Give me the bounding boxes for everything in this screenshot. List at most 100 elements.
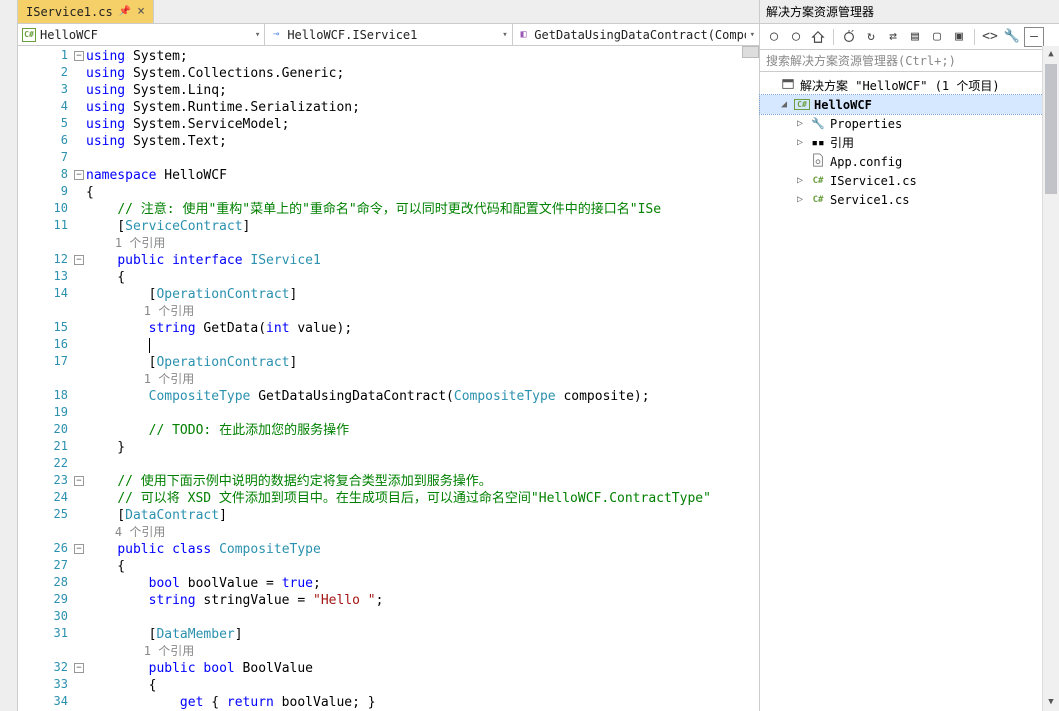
code-line[interactable]: using System.Runtime.Serialization; — [86, 99, 759, 116]
code-line[interactable]: using System.Collections.Generic; — [86, 65, 759, 82]
code-line[interactable]: using System.Text; — [86, 133, 759, 150]
show-all-files-button[interactable]: ▤ — [905, 27, 925, 47]
code-line[interactable]: [DataContract] — [86, 507, 759, 524]
member-dropdown[interactable]: ◧ GetDataUsingDataContract(Compo ▾ — [513, 24, 759, 45]
close-icon[interactable]: × — [137, 4, 145, 19]
code-line[interactable]: public interface IService1 — [86, 252, 759, 269]
scroll-up-arrow[interactable]: ▲ — [1043, 46, 1059, 63]
code-line[interactable]: // 可以将 XSD 文件添加到项目中。在生成项目后，可以通过命名空间"Hell… — [86, 490, 759, 507]
code-line[interactable]: public class CompositeType — [86, 541, 759, 558]
code-line[interactable]: using System.Linq; — [86, 82, 759, 99]
code-line[interactable]: 1 个引用 — [86, 303, 759, 320]
code-line[interactable]: { — [86, 558, 759, 575]
type-dropdown[interactable]: ⊸ HelloWCF.IService1 ▾ — [265, 24, 512, 45]
code-line[interactable]: [DataMember] — [86, 626, 759, 643]
code-content[interactable]: using System;using System.Collections.Ge… — [86, 46, 759, 711]
line-number: 14 — [18, 286, 86, 303]
sync-button[interactable] — [839, 27, 859, 47]
csharp-project-icon: C# — [794, 99, 810, 110]
home-button[interactable] — [808, 27, 828, 47]
code-line[interactable]: // 使用下面示例中说明的数据约定将复合类型添加到服务操作。 — [86, 473, 759, 490]
properties-node[interactable]: ▷ 🔧 Properties — [760, 114, 1059, 133]
line-number: 3 — [18, 82, 86, 99]
code-line[interactable]: public bool BoolValue — [86, 660, 759, 677]
line-number: 21 — [18, 439, 86, 456]
scrollbar-thumb[interactable] — [1045, 64, 1057, 194]
expander-icon[interactable]: ▷ — [794, 175, 806, 186]
code-line[interactable]: [ServiceContract] — [86, 218, 759, 235]
code-line[interactable]: bool boolValue = true; — [86, 575, 759, 592]
code-line[interactable]: } — [86, 439, 759, 456]
refresh-button[interactable]: ↻ — [861, 27, 881, 47]
line-number: 7 — [18, 150, 86, 167]
line-number: 13 — [18, 269, 86, 286]
vertical-scrollbar[interactable]: ▲ ▼ — [1042, 46, 1059, 711]
code-line[interactable] — [86, 405, 759, 422]
code-line[interactable]: using System; — [86, 48, 759, 65]
line-number — [18, 235, 86, 252]
collapse-all-button[interactable]: ⇄ — [883, 27, 903, 47]
code-line[interactable] — [86, 609, 759, 626]
code-line[interactable]: 4 个引用 — [86, 524, 759, 541]
expander-icon[interactable]: ▷ — [794, 194, 806, 205]
wrench-button[interactable]: 🔧 — [1002, 27, 1022, 47]
fold-toggle[interactable]: − — [74, 255, 84, 265]
code-line[interactable]: string GetData(int value); — [86, 320, 759, 337]
code-line[interactable]: 1 个引用 — [86, 371, 759, 388]
expander-icon[interactable]: ▷ — [794, 137, 806, 148]
interface-icon: ⊸ — [269, 28, 283, 42]
code-line[interactable]: [OperationContract] — [86, 354, 759, 371]
expander-icon[interactable]: ◢ — [778, 99, 790, 110]
pin-icon[interactable]: 📌 — [119, 6, 131, 17]
code-line[interactable]: // 注意: 使用"重构"菜单上的"重命名"命令，可以同时更改代码和配置文件中的… — [86, 201, 759, 218]
solution-root-node[interactable]: 解决方案 "HelloWCF" (1 个项目) — [760, 76, 1059, 95]
forward-button[interactable]: ◯ — [786, 27, 806, 47]
document-tab[interactable]: IService1.cs 📌 × — [18, 0, 154, 23]
preview-selected-button[interactable]: ▣ — [949, 27, 969, 47]
code-line[interactable]: // TODO: 在此添加您的服务操作 — [86, 422, 759, 439]
code-line[interactable]: { — [86, 677, 759, 694]
code-editor[interactable]: 1−2345678−9101112−1314151617181920212223… — [18, 46, 759, 711]
code-line[interactable]: get { return boolValue; } — [86, 694, 759, 711]
view-code-button[interactable]: <> — [980, 27, 1000, 47]
auto-hide-button[interactable]: – — [1024, 27, 1044, 47]
code-line[interactable]: { — [86, 184, 759, 201]
line-number: 17 — [18, 354, 86, 371]
iservice-file-node[interactable]: ▷ C# IService1.cs — [760, 171, 1059, 190]
fold-toggle[interactable]: − — [74, 51, 84, 61]
references-node[interactable]: ▷ ▪▪ 引用 — [760, 133, 1059, 152]
code-line[interactable]: 1 个引用 — [86, 235, 759, 252]
fold-toggle[interactable]: − — [74, 663, 84, 673]
properties-button[interactable]: ▢ — [927, 27, 947, 47]
project-label: HelloWCF — [814, 98, 872, 112]
scope-dropdown[interactable]: C# HelloWCF ▾ — [18, 24, 265, 45]
fold-toggle[interactable]: − — [74, 170, 84, 180]
chevron-down-icon: ▾ — [746, 30, 755, 40]
iservice-label: IService1.cs — [830, 174, 917, 188]
code-line[interactable]: using System.ServiceModel; — [86, 116, 759, 133]
fold-toggle[interactable]: − — [74, 476, 84, 486]
service-label: Service1.cs — [830, 193, 909, 207]
line-number-gutter: 1−2345678−9101112−1314151617181920212223… — [18, 46, 86, 711]
search-placeholder: 搜索解决方案资源管理器(Ctrl+;) — [766, 52, 956, 69]
appconfig-node[interactable]: App.config — [760, 152, 1059, 171]
code-line[interactable]: [OperationContract] — [86, 286, 759, 303]
code-line[interactable]: namespace HelloWCF — [86, 167, 759, 184]
code-line[interactable] — [86, 150, 759, 167]
expander-icon[interactable]: ▷ — [794, 118, 806, 129]
code-line[interactable]: CompositeType GetDataUsingDataContract(C… — [86, 388, 759, 405]
code-line[interactable]: 1 个引用 — [86, 643, 759, 660]
solution-search-input[interactable]: 搜索解决方案资源管理器(Ctrl+;) — [760, 50, 1059, 72]
code-line[interactable] — [86, 456, 759, 473]
back-button[interactable]: ◯ — [764, 27, 784, 47]
code-line[interactable] — [86, 337, 759, 354]
code-line[interactable]: string stringValue = "Hello "; — [86, 592, 759, 609]
line-number: 1− — [18, 48, 86, 65]
service-file-node[interactable]: ▷ C# Service1.cs — [760, 190, 1059, 209]
project-node[interactable]: ◢ C# HelloWCF — [760, 95, 1059, 114]
fold-toggle[interactable]: − — [74, 544, 84, 554]
scroll-down-arrow[interactable]: ▼ — [1043, 694, 1059, 711]
code-line[interactable]: { — [86, 269, 759, 286]
split-handle[interactable] — [742, 46, 759, 58]
document-tab-bar: IService1.cs 📌 × — [18, 0, 759, 24]
